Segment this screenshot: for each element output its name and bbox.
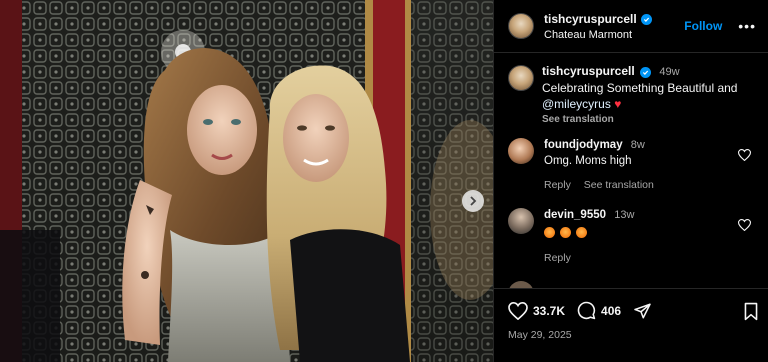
comment-like-icon[interactable] [737, 218, 752, 236]
post-date: May 29, 2025 [508, 329, 572, 341]
see-translation-link[interactable]: See translation [584, 179, 654, 191]
caption-text: Celebrating Something Beautiful and [542, 80, 738, 95]
commenter-username[interactable]: devin_9550 [544, 209, 606, 221]
post-caption: tishcyruspurcell 49w Celebrating Somethi… [494, 53, 768, 127]
caption-mention[interactable]: @mileycyrus [542, 97, 611, 111]
engagement-row: 33.7K 406 [494, 289, 768, 320]
reply-button[interactable]: Reply [544, 179, 571, 191]
author-username[interactable]: tishcyruspurcell [544, 12, 637, 27]
heart-icon[interactable] [508, 301, 528, 320]
verified-badge-icon [640, 67, 652, 78]
verified-badge-icon [640, 14, 652, 26]
post-header: tishcyruspurcell Chateau Marmont Follow … [494, 0, 768, 53]
red-heart-emoji: ♥ [614, 97, 622, 112]
heart-eyes-emoji [576, 226, 588, 238]
see-translation-link[interactable]: See translation [542, 113, 737, 127]
commenter-avatar[interactable] [508, 138, 534, 164]
post-side-panel: tishcyruspurcell Chateau Marmont Follow … [493, 0, 768, 362]
share-icon[interactable] [633, 302, 652, 320]
like-count[interactable]: 33.7K [533, 304, 565, 318]
chevron-right-icon [470, 196, 477, 206]
caption-author-avatar[interactable] [508, 65, 534, 91]
comment-like-icon[interactable] [737, 148, 752, 166]
heart-eyes-emoji [544, 226, 555, 238]
more-options-icon[interactable]: ••• [738, 18, 756, 34]
follow-button[interactable]: Follow [684, 19, 722, 33]
caption-timestamp: 49w [659, 66, 680, 78]
caption-username[interactable]: tishcyruspurcell [542, 64, 635, 78]
comment-timestamp: 8w [630, 139, 645, 151]
post-photo [0, 0, 493, 362]
comment-body: foundjodymay 8w Omg. Moms high Reply See… [544, 138, 755, 192]
comment-emojis [544, 226, 755, 243]
post-actions-bar: 33.7K 406 May 29, 2025 [494, 288, 768, 362]
comment-icon[interactable] [577, 301, 596, 320]
comment-timestamp: 13w [614, 209, 635, 221]
caption-body: tishcyruspurcell 49w Celebrating Somethi… [542, 63, 737, 127]
comment-item: foundjodymay 8w Omg. Moms high Reply See… [494, 138, 768, 192]
next-image-button[interactable] [462, 190, 484, 212]
author-avatar[interactable] [508, 13, 534, 39]
commenter-avatar[interactable] [508, 208, 534, 234]
comment-text: Omg. Moms high [544, 154, 632, 167]
author-info: tishcyruspurcell Chateau Marmont [544, 9, 684, 43]
photo-illustration [0, 0, 493, 362]
comment-actions: Reply See translation [544, 178, 755, 192]
comment-item: devin_9550 13w Reply [494, 208, 768, 265]
commenter-username[interactable]: foundjodymay [544, 139, 623, 151]
post-location[interactable]: Chateau Marmont [544, 29, 684, 43]
comment-actions: Reply [544, 251, 755, 265]
bookmark-icon[interactable] [743, 302, 759, 326]
comment-body: devin_9550 13w Reply [544, 208, 755, 265]
instagram-post-view: tishcyruspurcell Chateau Marmont Follow … [0, 0, 768, 362]
author-username-row[interactable]: tishcyruspurcell [544, 12, 652, 27]
reply-button[interactable]: Reply [544, 252, 571, 264]
comment-count[interactable]: 406 [601, 304, 621, 318]
heart-eyes-emoji [560, 226, 572, 238]
